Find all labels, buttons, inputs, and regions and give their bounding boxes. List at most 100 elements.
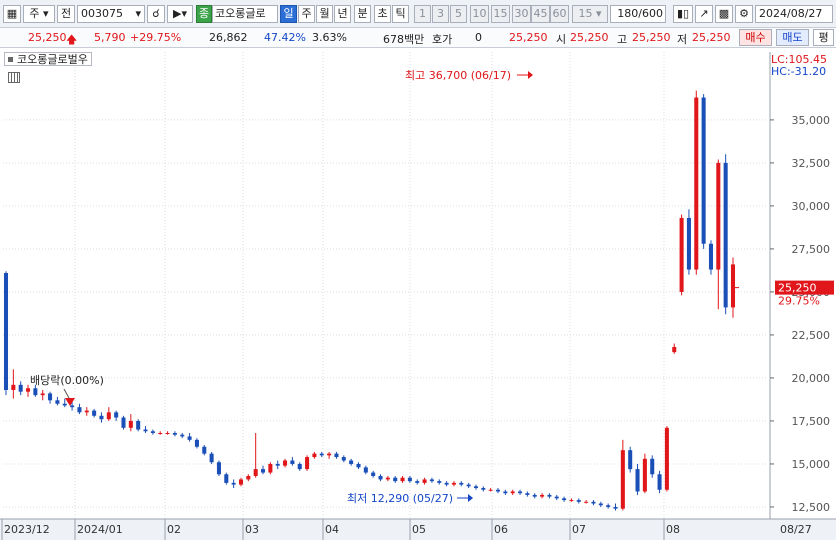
candle-body-15 bbox=[114, 412, 119, 418]
candle-body-45 bbox=[334, 453, 339, 458]
low-price: 25,250 bbox=[692, 31, 731, 44]
tab-period-3[interactable]: 년 bbox=[334, 5, 351, 23]
candle-body-3 bbox=[26, 388, 31, 392]
date-input[interactable]: 2024/08/27 bbox=[755, 5, 833, 23]
last-change-label: 29.75% bbox=[778, 295, 820, 308]
candle-body-12 bbox=[92, 410, 97, 416]
candle-body-53 bbox=[393, 477, 398, 482]
save-icon[interactable]: ▩ bbox=[715, 5, 733, 23]
x-tick-label-6: 06 bbox=[494, 523, 508, 536]
candle-body-9 bbox=[70, 405, 75, 408]
candle-body-36 bbox=[268, 463, 273, 473]
candle-body-14 bbox=[106, 412, 111, 420]
candle-body-70 bbox=[518, 491, 523, 494]
candle-body-23 bbox=[172, 432, 177, 435]
candle-body-95 bbox=[701, 97, 706, 244]
tab-period-1[interactable]: 주 bbox=[298, 5, 315, 23]
candle-body-69 bbox=[510, 491, 515, 494]
chart-type-icon[interactable]: ▦ bbox=[3, 5, 21, 23]
tab-interval-2[interactable]: 5 bbox=[450, 5, 467, 23]
candle-body-48 bbox=[356, 463, 361, 468]
candle-body-66 bbox=[488, 489, 493, 491]
candle-body-7 bbox=[55, 400, 60, 404]
candle-body-59 bbox=[437, 481, 442, 483]
candle-body-74 bbox=[547, 494, 552, 497]
search-icon[interactable]: ☌ bbox=[147, 5, 165, 23]
legend-tag[interactable]: 코오롱글로벌우 bbox=[4, 52, 92, 66]
candle-body-28 bbox=[209, 453, 214, 463]
candle-body-49 bbox=[363, 467, 368, 473]
low-label: 저 bbox=[677, 33, 688, 46]
current-price: 25,250 bbox=[28, 31, 67, 44]
candle-body-40 bbox=[297, 463, 302, 470]
dividend-annotation: 배당락(0.00%) bbox=[30, 374, 104, 387]
draw-icon[interactable]: ↗ bbox=[695, 5, 713, 23]
candle-body-71 bbox=[525, 493, 530, 495]
candle-body-44 bbox=[327, 453, 332, 456]
tab-interval-1[interactable]: 3 bbox=[432, 5, 449, 23]
chart-area[interactable]: 12,50015,00017,50020,00022,50025,00027,5… bbox=[0, 48, 836, 540]
candle-body-43 bbox=[319, 453, 324, 456]
hc-label: HC:-31.20 bbox=[771, 65, 826, 78]
candle-body-41 bbox=[305, 457, 310, 470]
candle-body-27 bbox=[202, 446, 207, 454]
price-chart[interactable]: 12,50015,00017,50020,00022,50025,00027,5… bbox=[0, 48, 836, 540]
candle-body-60 bbox=[444, 482, 449, 485]
tab-period-6[interactable]: 틱 bbox=[392, 5, 409, 23]
tab-interval-3[interactable]: 10 bbox=[470, 5, 489, 23]
candle-body-97 bbox=[716, 162, 721, 270]
candle-body-21 bbox=[158, 432, 163, 434]
count-input[interactable]: 180/600 bbox=[610, 5, 666, 23]
low-annotation: 최저 12,290 (05/27) bbox=[347, 492, 453, 505]
candle-body-51 bbox=[378, 475, 383, 480]
candle-body-76 bbox=[562, 498, 567, 501]
x-end-label: 08/27 bbox=[780, 523, 812, 536]
mode-select-1[interactable]: 주 ▾ bbox=[23, 5, 55, 23]
candle-body-64 bbox=[473, 486, 478, 489]
candle-body-4 bbox=[33, 388, 38, 396]
tab-interval-4[interactable]: 15 bbox=[491, 5, 510, 23]
tab-interval-5[interactable]: 30 bbox=[512, 5, 531, 23]
sell-button[interactable]: 매도 bbox=[776, 29, 809, 46]
tab-period-0[interactable]: 일 bbox=[280, 5, 297, 23]
x-tick-label-1: 2024/01 bbox=[77, 523, 123, 536]
candle-body-8 bbox=[62, 403, 67, 406]
open-label: 시 bbox=[556, 33, 567, 46]
x-tick-label-5: 05 bbox=[412, 523, 426, 536]
tab-interval-0[interactable]: 1 bbox=[414, 5, 431, 23]
mode-button-2[interactable]: 전 bbox=[57, 5, 75, 23]
candle-body-86 bbox=[635, 469, 640, 492]
candle-body-75 bbox=[554, 496, 559, 499]
code-input[interactable]: 003075 ▾ bbox=[77, 5, 145, 23]
gear-icon[interactable]: ⚙ bbox=[735, 5, 753, 23]
candle-body-92 bbox=[679, 217, 684, 292]
buy-button[interactable]: 매수 bbox=[739, 29, 772, 46]
candle-body-98 bbox=[723, 162, 728, 308]
candle-body-99 bbox=[730, 264, 736, 308]
tab-interval-6[interactable]: 45 bbox=[531, 5, 550, 23]
candle-body-50 bbox=[371, 472, 376, 476]
candle-body-25 bbox=[187, 436, 192, 440]
last-price-label: 25,250 bbox=[778, 282, 817, 295]
x-tick-label-3: 03 bbox=[245, 523, 259, 536]
x-tick-label-7: 07 bbox=[572, 523, 586, 536]
candle-body-32 bbox=[238, 479, 244, 485]
candle-body-30 bbox=[224, 474, 229, 483]
candle-icon[interactable]: ▮▯ bbox=[673, 5, 693, 23]
tab-period-4[interactable]: 분 bbox=[354, 5, 371, 23]
count-total: /600 bbox=[638, 7, 663, 20]
count-value: 180 bbox=[617, 7, 639, 20]
code-value: 003075 bbox=[81, 7, 123, 20]
candle-body-87 bbox=[642, 458, 647, 492]
candle-body-22 bbox=[165, 432, 170, 434]
tab-period-5[interactable]: 초 bbox=[374, 5, 391, 23]
data-table-icon[interactable] bbox=[8, 72, 20, 83]
tab-period-2[interactable]: 월 bbox=[316, 5, 333, 23]
candle-body-89 bbox=[657, 474, 662, 490]
avg-button[interactable]: 평 bbox=[813, 29, 834, 46]
candle-body-20 bbox=[150, 431, 155, 433]
chevron-down-icon: ▾ bbox=[135, 7, 141, 20]
interval-dropdown[interactable]: 15 ▾ bbox=[572, 5, 608, 23]
tab-interval-7[interactable]: 60 bbox=[550, 5, 569, 23]
speaker-icon[interactable]: ▶▾ bbox=[167, 5, 193, 23]
